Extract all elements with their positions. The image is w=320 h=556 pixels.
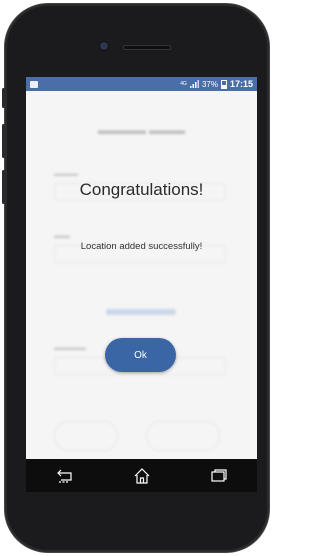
background-button-placeholder	[146, 421, 220, 451]
battery-percent: 37%	[201, 79, 218, 89]
status-indicators: 4G 37% 17:15	[180, 79, 253, 89]
network-type: 4G	[180, 81, 187, 87]
ok-button[interactable]: Ok	[105, 338, 176, 372]
phone-volume-up-button	[2, 124, 5, 158]
phone-side-button	[2, 88, 5, 108]
background-link-placeholder	[106, 309, 176, 315]
blurred-background-form: ▬▬▬▬ ▬▬▬ ▬▬▬ ▬▬ ▬▬▬▬	[26, 91, 257, 487]
background-button-placeholder	[54, 421, 118, 451]
background-label-placeholder: ▬▬	[54, 231, 70, 240]
signal-icon	[189, 80, 199, 88]
phone-screen: 4G 37% 17:15 ▬▬▬▬ ▬▬▬ ▬▬▬ ▬▬ ▬▬▬▬ Congra…	[26, 77, 257, 487]
earpiece-speaker	[123, 45, 171, 50]
background-label-placeholder: ▬▬▬	[54, 169, 78, 178]
battery-icon	[220, 79, 227, 89]
status-time: 17:15	[229, 79, 253, 89]
background-heading-placeholder: ▬▬▬▬ ▬▬▬	[97, 123, 186, 137]
front-camera	[99, 41, 109, 51]
dialog-title: Congratulations!	[79, 180, 204, 199]
home-icon[interactable]	[131, 465, 153, 487]
dialog-message: Location added successfully!	[80, 241, 203, 252]
notification-image-icon	[30, 80, 38, 88]
status-bar: 4G 37% 17:15	[26, 77, 257, 91]
recent-apps-icon[interactable]	[208, 465, 230, 487]
back-icon[interactable]	[54, 465, 76, 487]
phone-volume-down-button	[2, 170, 5, 204]
background-label-placeholder: ▬▬▬▬	[54, 343, 86, 352]
android-nav-bar	[26, 459, 257, 492]
